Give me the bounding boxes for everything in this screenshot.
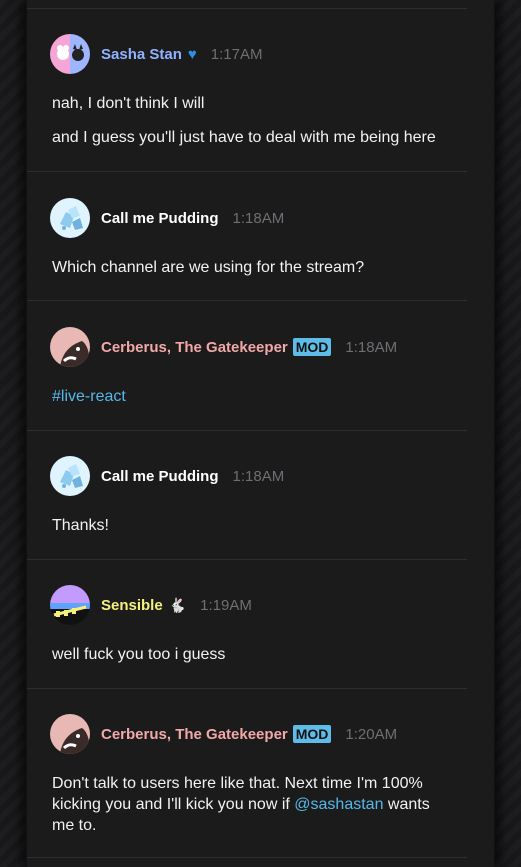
timestamp: 1:18AM [232, 467, 285, 485]
message-line: Which channel are we using for the strea… [52, 259, 365, 276]
heart-icon: ♥ [187, 45, 197, 63]
message-line: Don't talk to users here like that. Next… [52, 773, 452, 836]
chat-message: Cerberus, The Gatekeeper MOD 1:20AM Don'… [27, 689, 467, 858]
timestamp: 1:20AM [345, 725, 398, 743]
chat-panel: Sasha Stan ♥ 1:17AM nah, I don't think I… [27, 0, 494, 867]
message-line: well fuck you too i guess [52, 646, 226, 663]
message-body: Which channel are we using for the strea… [52, 257, 452, 278]
avatar[interactable] [50, 714, 90, 754]
user-mention[interactable]: @sashastan [294, 796, 383, 813]
chat-message: Cerberus, The Gatekeeper MOD 1:18AM #liv… [27, 301, 467, 431]
message-line: nah, I don't think I will [52, 95, 205, 112]
message-header: Call me Pudding 1:18AM [50, 456, 284, 496]
timestamp: 1:18AM [232, 209, 285, 227]
message-body: well fuck you too i guess [52, 644, 452, 665]
message-body: Don't talk to users here like that. Next… [52, 773, 452, 836]
author-name[interactable]: Sensible [101, 597, 163, 614]
message-header: Sasha Stan ♥ 1:17AM [50, 34, 262, 74]
author-name[interactable]: Cerberus, The Gatekeeper [101, 339, 288, 356]
avatar-art [60, 464, 83, 488]
message-header: Sensible 🐇 1:19AM [50, 585, 252, 625]
chat-message: Call me Pudding 1:18AM Thanks! [27, 431, 467, 560]
message-header: Call me Pudding 1:18AM [50, 198, 284, 238]
avatar[interactable] [50, 34, 90, 74]
avatar-art [57, 44, 84, 61]
timestamp: 1:19AM [200, 596, 252, 614]
avatar[interactable] [50, 327, 90, 367]
message-line: and I guess you'll just have to deal wit… [52, 129, 436, 146]
avatar[interactable] [50, 585, 90, 625]
mod-badge: MOD [292, 725, 332, 743]
chat-message: Sensible 🐇 1:19AM well fuck you too i gu… [27, 560, 467, 689]
author-name[interactable]: Cerberus, The Gatekeeper [101, 726, 288, 743]
timestamp: 1:17AM [210, 45, 263, 63]
chat-message: Sasha Stan ♥ 1:17AM nah, I don't think I… [27, 9, 467, 172]
author-name[interactable]: Sasha Stan [101, 46, 182, 63]
message-header: Cerberus, The Gatekeeper MOD 1:18AM [50, 327, 397, 367]
message-body: nah, I don't think I will and I guess yo… [52, 93, 452, 148]
bunny-icon: 🐇 [168, 596, 187, 613]
channel-link[interactable]: #live-react [52, 388, 126, 405]
message-body: #live-react [52, 386, 452, 407]
author-name[interactable]: Call me Pudding [101, 210, 219, 227]
mod-badge: MOD [292, 338, 332, 356]
author-name[interactable]: Call me Pudding [101, 468, 219, 485]
chat-message: Call me Pudding 1:18AM Which channel are… [27, 172, 467, 301]
avatar-art [60, 206, 83, 230]
message-line: Thanks! [52, 517, 109, 534]
timestamp: 1:18AM [345, 338, 398, 356]
avatar-art [60, 728, 90, 754]
avatar-art [60, 341, 90, 367]
message-body: Thanks! [52, 515, 452, 536]
avatar-art [53, 605, 87, 617]
message-header: Cerberus, The Gatekeeper MOD 1:20AM [50, 714, 397, 754]
avatar[interactable] [50, 198, 90, 238]
avatar[interactable] [50, 456, 90, 496]
